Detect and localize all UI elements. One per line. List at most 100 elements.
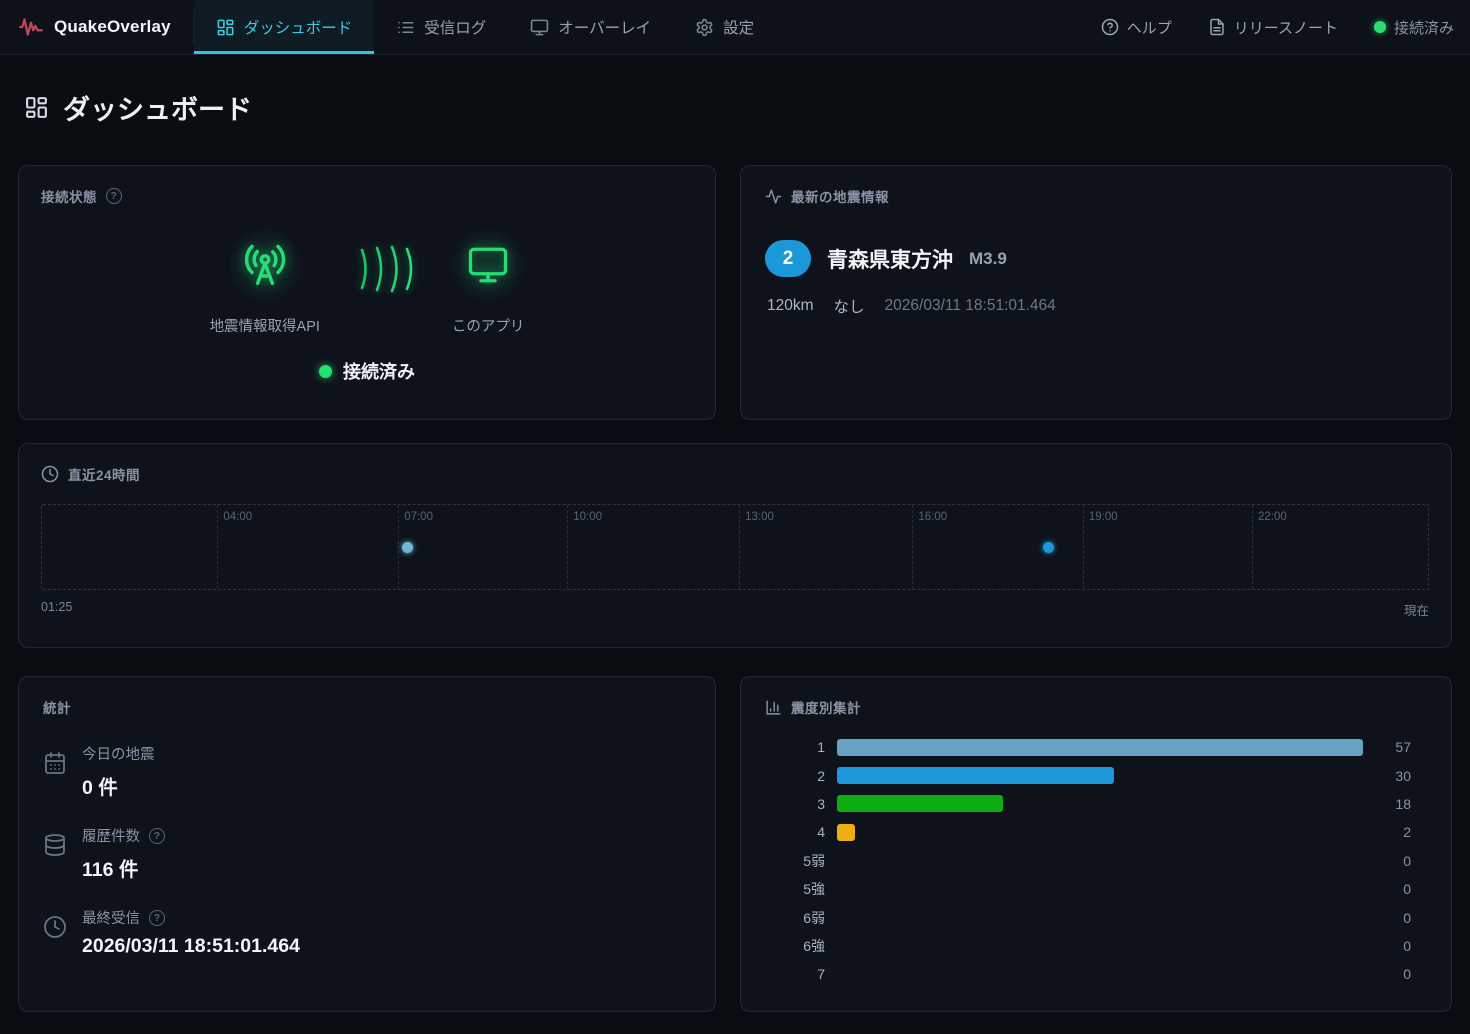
timeline-gridline: 19:00 [1083, 505, 1084, 589]
stat-today: 今日の地震 0 件 [43, 743, 691, 800]
timeline-card: 直近24時間 04:0007:0010:0013:0016:0019:0022:… [18, 443, 1452, 648]
app-node-label: このアプリ [452, 315, 525, 336]
intensity-row-label: 4 [783, 824, 825, 840]
timeline-event-dot[interactable] [1043, 542, 1054, 553]
timeline-gridline: 16:00 [912, 505, 913, 589]
help-circle-icon[interactable]: ? [106, 188, 122, 204]
stat-label: 今日の地震 [82, 743, 155, 764]
intensity-row-value: 0 [1377, 966, 1411, 982]
intensity-row-value: 0 [1377, 910, 1411, 926]
intensity-row: 5強 0 [783, 875, 1411, 903]
gear-icon [695, 18, 714, 37]
signal-waves-icon [358, 243, 414, 295]
page-title-text: ダッシュボード [63, 88, 252, 127]
api-node: 地震情報取得API [210, 229, 320, 336]
release-notes-link[interactable]: リリースノート [1208, 17, 1338, 38]
help-circle-icon[interactable]: ? [149, 910, 165, 926]
intensity-row-label: 1 [783, 739, 825, 755]
intensity-bar-track [837, 881, 1363, 898]
timeline-gridline: 10:00 [567, 505, 568, 589]
intensity-row-label: 6強 [783, 936, 825, 956]
timeline-tick-label: 13:00 [745, 511, 774, 523]
tab-settings[interactable]: 設定 [673, 0, 776, 54]
app-name: QuakeOverlay [54, 17, 171, 37]
connection-diagram: 地震情報取得API [210, 229, 525, 336]
app-node: このアプリ [452, 229, 525, 336]
tab-receive-log[interactable]: 受信ログ [374, 0, 508, 54]
intensity-rows: 157230318425弱05強06弱06強070 [765, 733, 1427, 989]
latest-quake-card: 最新の地震情報 2 青森県東方沖 M3.9 120km なし 2026/03/1… [740, 165, 1452, 420]
timeline-tick-label: 10:00 [573, 511, 602, 523]
intensity-badge: 2 [765, 240, 811, 277]
intensity-row-label: 5弱 [783, 851, 825, 871]
intensity-row-label: 2 [783, 768, 825, 784]
intensity-bar-track [837, 824, 1363, 841]
intensity-row-label: 3 [783, 796, 825, 812]
intensity-row-value: 18 [1377, 796, 1411, 812]
intensity-row: 5弱 0 [783, 847, 1411, 875]
tab-label: オーバーレイ [558, 16, 651, 38]
timeline-start-label: 01:25 [41, 600, 72, 619]
list-icon [396, 18, 415, 37]
intensity-row: 70 [783, 960, 1411, 988]
nav-connection-label: 接続済み [1394, 17, 1454, 38]
monitor-icon [530, 18, 549, 37]
epicenter-name: 青森県東方沖 [827, 244, 953, 274]
document-icon [1208, 18, 1226, 36]
intensity-row-value: 57 [1377, 739, 1411, 755]
timeline-tick-label: 16:00 [918, 511, 947, 523]
tsunami-value: なし [834, 295, 865, 317]
intensity-bar-track [837, 767, 1363, 784]
dashboard-icon [216, 18, 235, 37]
monitor-icon [467, 244, 509, 286]
help-icon [1101, 18, 1119, 36]
intensity-row: 42 [783, 818, 1411, 846]
timeline-plot: 04:00 07:00 10:00 13:00 16:00 19:00 22:00 [41, 504, 1429, 590]
help-link[interactable]: ヘルプ [1101, 17, 1172, 38]
intensity-bar-track [837, 852, 1363, 869]
stat-last-received: 最終受信 ? 2026/03/11 18:51:01.464 [43, 907, 691, 958]
intensity-bar-track [837, 909, 1363, 926]
intensity-row: 2 30 [783, 761, 1411, 789]
intensity-bar [837, 824, 855, 841]
latest-card-title: 最新の地震情報 [791, 186, 889, 206]
timeline-gridline: 07:00 [398, 505, 399, 589]
intensity-row-label: 5強 [783, 879, 825, 899]
help-circle-icon[interactable]: ? [149, 828, 165, 844]
timeline-gridline: 22:00 [1252, 505, 1253, 589]
nav-connection-dot [1374, 21, 1386, 33]
nav-tabs: ダッシュボード 受信ログ オーバーレイ [194, 0, 776, 54]
nav-connection-status: 接続済み [1374, 17, 1454, 38]
radio-tower-icon [243, 243, 287, 287]
intensity-row: 6強0 [783, 932, 1411, 960]
timeline-end-label: 現在 [1404, 600, 1429, 619]
tab-dashboard[interactable]: ダッシュボード [194, 0, 375, 54]
activity-icon [765, 188, 782, 205]
intensity-bar-track [837, 795, 1363, 812]
release-notes-label: リリースノート [1234, 17, 1338, 38]
intensity-row-value: 0 [1377, 853, 1411, 869]
tab-label: 受信ログ [424, 16, 486, 38]
app-logo: QuakeOverlay [0, 0, 193, 54]
intensity-bar-track [837, 937, 1363, 954]
timeline-gridline: 13:00 [739, 505, 740, 589]
connection-status-label: 接続済み [343, 358, 415, 384]
timeline-event-dot[interactable] [402, 542, 413, 553]
intensity-bar-track [837, 966, 1363, 983]
timeline-tick-label: 07:00 [404, 511, 433, 523]
intensity-row-value: 0 [1377, 881, 1411, 897]
tab-overlay[interactable]: オーバーレイ [508, 0, 673, 54]
intensity-row: 6弱0 [783, 903, 1411, 931]
stat-value: 0 件 [82, 771, 155, 800]
stat-label: 最終受信 [82, 907, 140, 928]
timeline-tick-label: 04:00 [223, 511, 252, 523]
tab-label: ダッシュボード [244, 16, 353, 38]
intensity-bar [837, 795, 1003, 812]
waveform-logo-icon [18, 14, 44, 40]
tab-label: 設定 [723, 16, 754, 38]
stat-value: 2026/03/11 18:51:01.464 [82, 935, 300, 958]
intensity-row: 3 18 [783, 790, 1411, 818]
stat-value: 116 件 [82, 853, 165, 882]
intensity-row-value: 30 [1377, 768, 1411, 784]
magnitude-value: M3.9 [969, 249, 1007, 269]
